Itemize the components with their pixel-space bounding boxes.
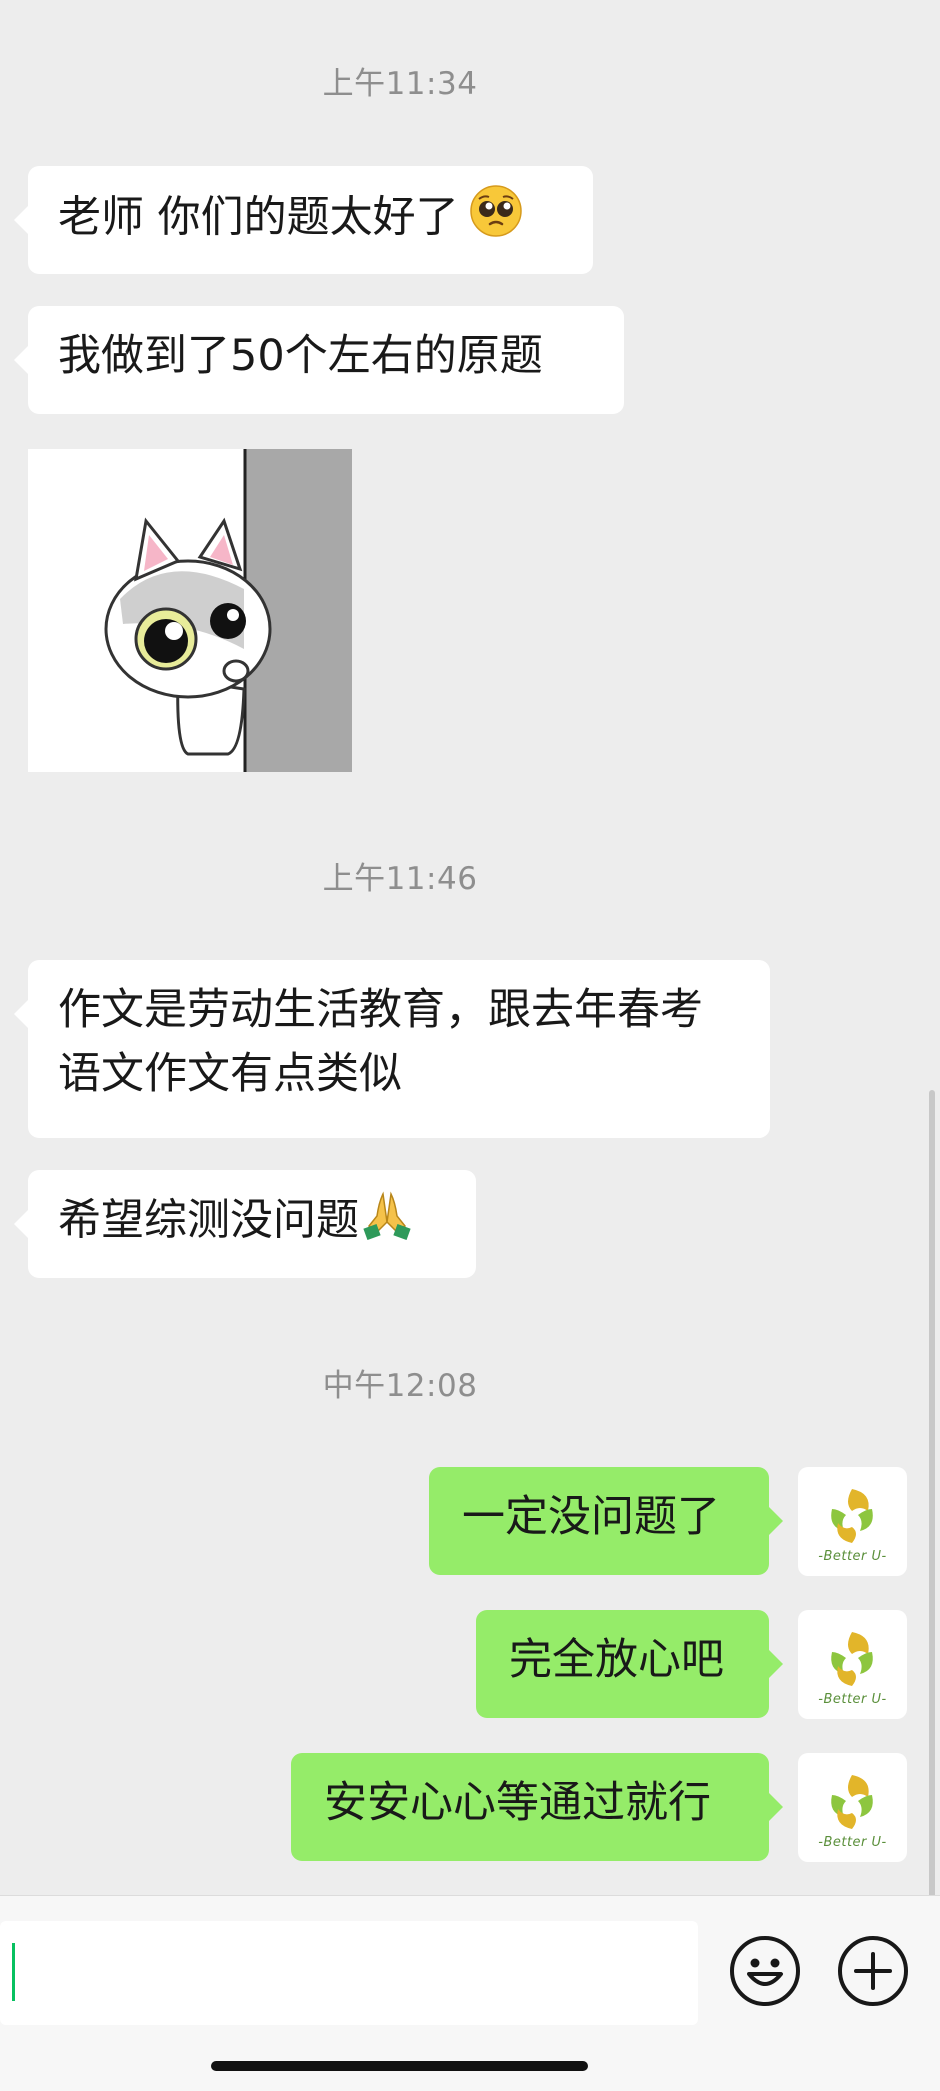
avatar-text: -Better U- — [818, 1549, 887, 1564]
timestamp: 上午11:34 — [322, 66, 478, 102]
folded-hands-icon — [361, 1188, 413, 1258]
avatar[interactable]: -Better U- — [798, 1467, 907, 1576]
scrollbar[interactable] — [929, 1090, 935, 1900]
outgoing-message[interactable]: 完全放心吧 — [476, 1610, 783, 1718]
incoming-message[interactable]: 我做到了50个左右的原题 — [14, 306, 624, 414]
incoming-message[interactable]: 老师 你们的题太好了 — [14, 166, 593, 274]
message-text-line: 作文是劳动生活教育，跟去年春考 — [58, 985, 703, 1035]
message-input[interactable] — [0, 1921, 698, 2025]
message-text: 老师 你们的题太好了 — [58, 192, 459, 243]
peeking-cat-sticker[interactable] — [28, 449, 352, 772]
message-text: 一定没问题了 — [462, 1492, 720, 1542]
avatar[interactable]: -Better U- — [798, 1610, 907, 1719]
avatar[interactable]: -Better U- — [798, 1753, 907, 1862]
avatar-text: -Better U- — [818, 1835, 887, 1850]
message-text-line: 语文作文有点类似 — [58, 1049, 402, 1099]
plus-icon[interactable] — [838, 1936, 908, 2006]
incoming-message[interactable]: 希望综测没问题 — [14, 1170, 476, 1278]
incoming-message[interactable]: 作文是劳动生活教育，跟去年春考 语文作文有点类似 — [14, 960, 770, 1138]
outgoing-message[interactable]: 安安心心等通过就行 — [291, 1753, 783, 1861]
message-text: 安安心心等通过就行 — [324, 1778, 711, 1828]
timestamp: 上午11:46 — [322, 861, 478, 897]
home-indicator — [211, 2061, 588, 2071]
pleading-face-icon — [469, 184, 523, 256]
avatar-text: -Better U- — [818, 1692, 887, 1707]
timestamp: 中午12:08 — [322, 1368, 478, 1404]
outgoing-message[interactable]: 一定没问题了 — [429, 1467, 783, 1575]
message-text: 希望综测没问题 — [58, 1195, 359, 1246]
text-caret — [12, 1943, 15, 2001]
message-text: 完全放心吧 — [509, 1635, 724, 1685]
emoji-icon[interactable] — [730, 1936, 800, 2006]
message-text: 我做到了50个左右的原题 — [58, 331, 543, 381]
